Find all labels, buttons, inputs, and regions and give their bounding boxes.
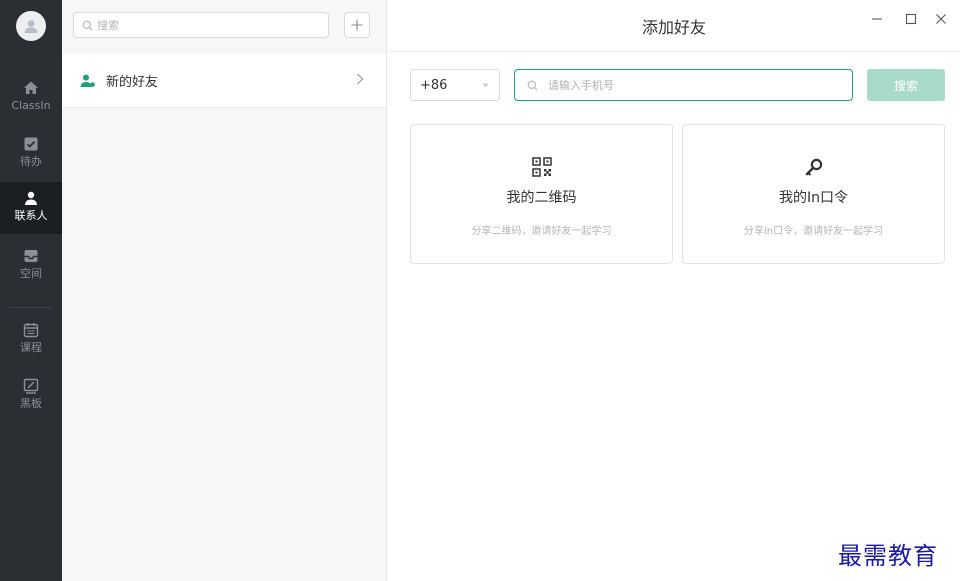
add-friend-panel: 添加好友 +86 搜索 — [388, 0, 960, 581]
my-in-code-card[interactable]: 我的In口令 分享In口令，邀请好友一起学习 — [682, 124, 945, 264]
card-title: 我的In口令 — [683, 187, 944, 207]
calendar-icon — [23, 322, 39, 338]
contact-search-box[interactable] — [73, 12, 329, 38]
user-avatar-icon — [22, 17, 40, 35]
card-description: 分享In口令，邀请好友一起学习 — [683, 222, 944, 237]
title-bar: 添加好友 — [388, 0, 960, 52]
rail-item-courses[interactable]: 课程 — [0, 314, 62, 366]
rail-item-classin[interactable]: ClassIn — [0, 72, 62, 124]
avatar[interactable] — [16, 11, 46, 41]
phone-number-input[interactable] — [548, 79, 828, 92]
minimize-button[interactable] — [867, 10, 887, 28]
blackboard-icon — [23, 378, 39, 394]
new-friends-label: 新的好友 — [106, 71, 158, 90]
chevron-down-icon — [482, 83, 489, 88]
plus-icon — [351, 19, 363, 31]
contacts-icon — [23, 190, 39, 206]
rail-divider — [10, 307, 52, 308]
card-title: 我的二维码 — [411, 187, 672, 207]
list-item-new-friends[interactable]: 新的好友 — [62, 54, 386, 108]
rail-item-label: 课程 — [20, 341, 42, 355]
search-icon — [527, 80, 538, 91]
new-friend-icon — [80, 74, 96, 88]
phone-search-box[interactable] — [514, 69, 853, 101]
add-contact-button[interactable] — [344, 12, 370, 38]
rail-item-label: ClassIn — [11, 99, 50, 113]
maximize-icon — [905, 13, 917, 25]
key-icon — [804, 157, 824, 177]
rail-item-todo[interactable]: 待办 — [0, 128, 62, 180]
contact-search-input[interactable] — [97, 19, 297, 32]
rail-item-label: 联系人 — [15, 209, 48, 223]
minimize-icon — [871, 13, 883, 25]
card-description: 分享二维码，邀请好友一起学习 — [411, 222, 672, 237]
search-button[interactable]: 搜索 — [867, 69, 945, 101]
home-icon — [23, 80, 39, 96]
rail-item-label: 空间 — [20, 267, 42, 281]
country-code-select[interactable]: +86 — [410, 69, 500, 101]
search-icon — [82, 20, 93, 31]
watermark-text: 最需教育 — [838, 536, 938, 571]
left-rail: ClassIn 待办 联系人 空间 课程 — [0, 0, 62, 581]
country-code-value: +86 — [420, 78, 447, 93]
rail-item-label: 待办 — [20, 155, 42, 169]
space-icon — [23, 248, 39, 264]
close-icon — [935, 13, 947, 25]
maximize-button[interactable] — [901, 10, 921, 28]
chevron-right-icon — [356, 73, 364, 85]
todo-icon — [23, 136, 39, 152]
rail-item-blackboard[interactable]: 黑板 — [0, 370, 62, 422]
rail-item-contacts[interactable]: 联系人 — [0, 182, 62, 234]
rail-item-label: 黑板 — [20, 397, 42, 411]
close-button[interactable] — [931, 10, 951, 28]
rail-item-space[interactable]: 空间 — [0, 240, 62, 292]
qr-code-icon — [532, 157, 552, 177]
my-qr-code-card[interactable]: 我的二维码 分享二维码，邀请好友一起学习 — [410, 124, 673, 264]
contact-list-panel: 新的好友 — [62, 0, 387, 581]
app-window: ClassIn 待办 联系人 空间 课程 — [0, 0, 960, 581]
